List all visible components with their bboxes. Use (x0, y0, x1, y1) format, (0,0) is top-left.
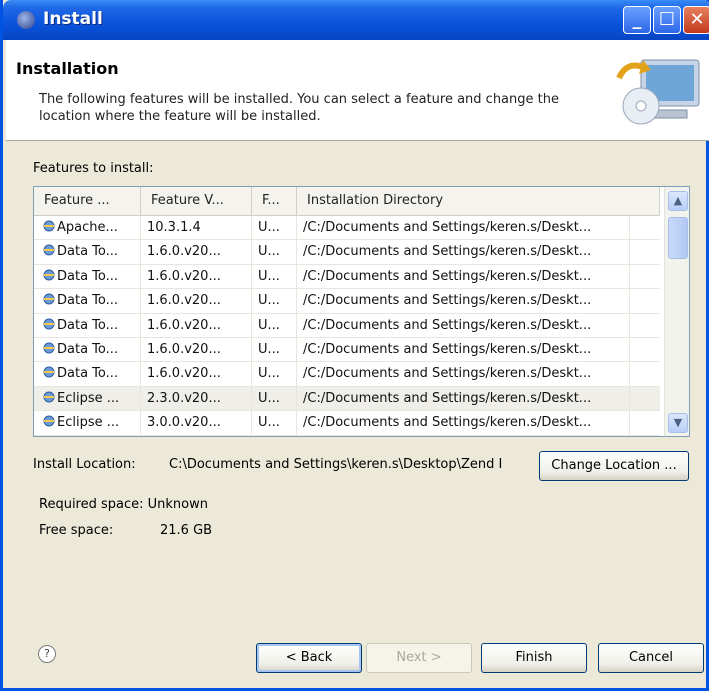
table-row[interactable]: Data To... 1.6.0.v20... U... /C:/Documen… (34, 289, 660, 314)
feature-directory: /C:/Documents and Settings/keren.s/Deskt… (297, 337, 630, 362)
feature-directory: /C:/Documents and Settings/keren.s/Deskt… (297, 264, 630, 289)
scroll-up-button[interactable]: ▲ (668, 191, 688, 211)
feature-version: 2.3.0.v20... (141, 386, 252, 411)
feature-name: Data To... (57, 341, 119, 357)
maximize-icon: ☐ (658, 9, 676, 30)
feature-f: U... (252, 411, 297, 435)
feature-plugin-icon (43, 244, 55, 256)
feature-directory: /C:/Documents and Settings/keren.s/Deskt… (297, 313, 630, 337)
minimize-button[interactable]: _ (623, 6, 651, 34)
close-button[interactable]: ✕ (683, 6, 709, 34)
feature-f: U... (252, 240, 297, 264)
feature-name: Data To... (57, 317, 119, 333)
table-body: Apache... 10.3.1.4 U... /C:/Documents an… (34, 216, 660, 436)
feature-name: Eclipse ... (57, 390, 120, 406)
feature-version: 10.3.1.4 (141, 216, 252, 240)
close-icon: ✕ (689, 9, 705, 30)
feature-version: 1.6.0.v20... (141, 240, 252, 264)
window-title: Install (43, 9, 103, 29)
header-description: The following features will be installed… (39, 92, 559, 124)
install-dialog: Install _ ☐ ✕ Installation The following… (0, 0, 709, 691)
title-bar[interactable]: Install _ ☐ ✕ (3, 0, 709, 40)
table-row[interactable]: Data To... 1.6.0.v20... U... /C:/Documen… (34, 337, 660, 363)
feature-f: U... (252, 289, 297, 313)
install-location-label: Install Location: (33, 457, 136, 472)
column-header-feature-version[interactable]: Feature V... (141, 187, 252, 215)
feature-plugin-icon (43, 269, 55, 281)
feature-f: U... (252, 216, 297, 240)
table-row[interactable]: Data To... 1.6.0.v20... U... /C:/Documen… (34, 240, 660, 265)
feature-version: 1.6.0.v20... (141, 362, 252, 386)
feature-version: 1.6.0.v20... (141, 264, 252, 289)
column-header-installation-directory[interactable]: Installation Directory (297, 187, 660, 215)
finish-button[interactable]: Finish (481, 643, 587, 673)
feature-name: Data To... (57, 244, 119, 260)
feature-name: Data To... (57, 268, 119, 284)
feature-version: 1.6.0.v20... (141, 289, 252, 313)
install-location-value: C:\Documents and Settings\keren.s\Deskto… (169, 457, 503, 472)
feature-f: U... (252, 313, 297, 337)
feature-f: U... (252, 386, 297, 411)
table-row[interactable]: Data To... 1.6.0.v20... U... /C:/Documen… (34, 264, 660, 290)
next-button[interactable]: Next > (366, 643, 472, 673)
feature-name: Data To... (57, 366, 119, 382)
feature-directory: /C:/Documents and Settings/keren.s/Deskt… (297, 240, 630, 264)
feature-plugin-icon (43, 391, 55, 403)
feature-name: Eclipse ... (57, 415, 120, 431)
help-icon[interactable]: ? (38, 645, 56, 663)
features-label: Features to install: (33, 161, 154, 176)
feature-version: 3.0.0.v20... (141, 411, 252, 435)
back-button[interactable]: < Back (256, 643, 362, 673)
chevron-down-icon: ▼ (673, 416, 683, 429)
required-space: Required space: Unknown (39, 497, 208, 512)
feature-plugin-icon (43, 366, 55, 378)
chevron-up-icon: ▲ (673, 194, 683, 207)
feature-version: 1.6.0.v20... (141, 337, 252, 362)
header-title: Installation (16, 59, 119, 78)
minimize-icon: _ (632, 9, 642, 30)
dialog-header: Installation The following features will… (6, 40, 709, 141)
feature-directory: /C:/Documents and Settings/keren.s/Deskt… (297, 411, 630, 435)
free-space-value: 21.6 GB (160, 523, 213, 538)
table-row-selected[interactable]: Eclipse ... 2.3.0.v20... U... /C:/Docume… (34, 386, 660, 412)
table-header: Feature ... Feature V... F... Installati… (34, 187, 660, 216)
feature-plugin-icon (43, 415, 55, 427)
feature-directory: /C:/Documents and Settings/keren.s/Deskt… (297, 362, 630, 386)
feature-f: U... (252, 264, 297, 289)
scroll-thumb[interactable] (668, 217, 688, 259)
install-computer-icon (616, 59, 700, 125)
table-row[interactable]: Apache... 10.3.1.4 U... /C:/Documents an… (34, 216, 660, 241)
feature-name: Apache... (57, 220, 118, 235)
feature-plugin-icon (43, 220, 55, 232)
scroll-down-button[interactable]: ▼ (668, 413, 688, 433)
maximize-button[interactable]: ☐ (653, 6, 681, 34)
feature-plugin-icon (43, 318, 55, 330)
feature-plugin-icon (43, 342, 55, 354)
feature-f: U... (252, 362, 297, 386)
vertical-scrollbar[interactable]: ▲ ▼ (664, 187, 689, 436)
free-space-label: Free space: (39, 523, 114, 538)
table-row[interactable]: Data To... 1.6.0.v20... U... /C:/Documen… (34, 313, 660, 338)
column-header-f[interactable]: F... (252, 187, 297, 215)
cancel-button[interactable]: Cancel (598, 643, 704, 673)
feature-plugin-icon (43, 293, 55, 305)
feature-name: Data To... (57, 293, 119, 309)
column-header-feature[interactable]: Feature ... (34, 187, 141, 215)
table-row[interactable]: Data To... 1.6.0.v20... U... /C:/Documen… (34, 362, 660, 387)
eclipse-icon (17, 11, 35, 29)
feature-directory: /C:/Documents and Settings/keren.s/Deskt… (297, 386, 630, 411)
feature-version: 1.6.0.v20... (141, 313, 252, 337)
feature-directory: /C:/Documents and Settings/keren.s/Deskt… (297, 289, 630, 313)
table-row[interactable]: Eclipse ... 3.0.0.v20... U... /C:/Docume… (34, 411, 660, 436)
change-location-button[interactable]: Change Location ... (539, 451, 689, 481)
feature-f: U... (252, 337, 297, 362)
feature-directory: /C:/Documents and Settings/keren.s/Deskt… (297, 216, 630, 240)
features-table[interactable]: Feature ... Feature V... F... Installati… (33, 186, 690, 437)
